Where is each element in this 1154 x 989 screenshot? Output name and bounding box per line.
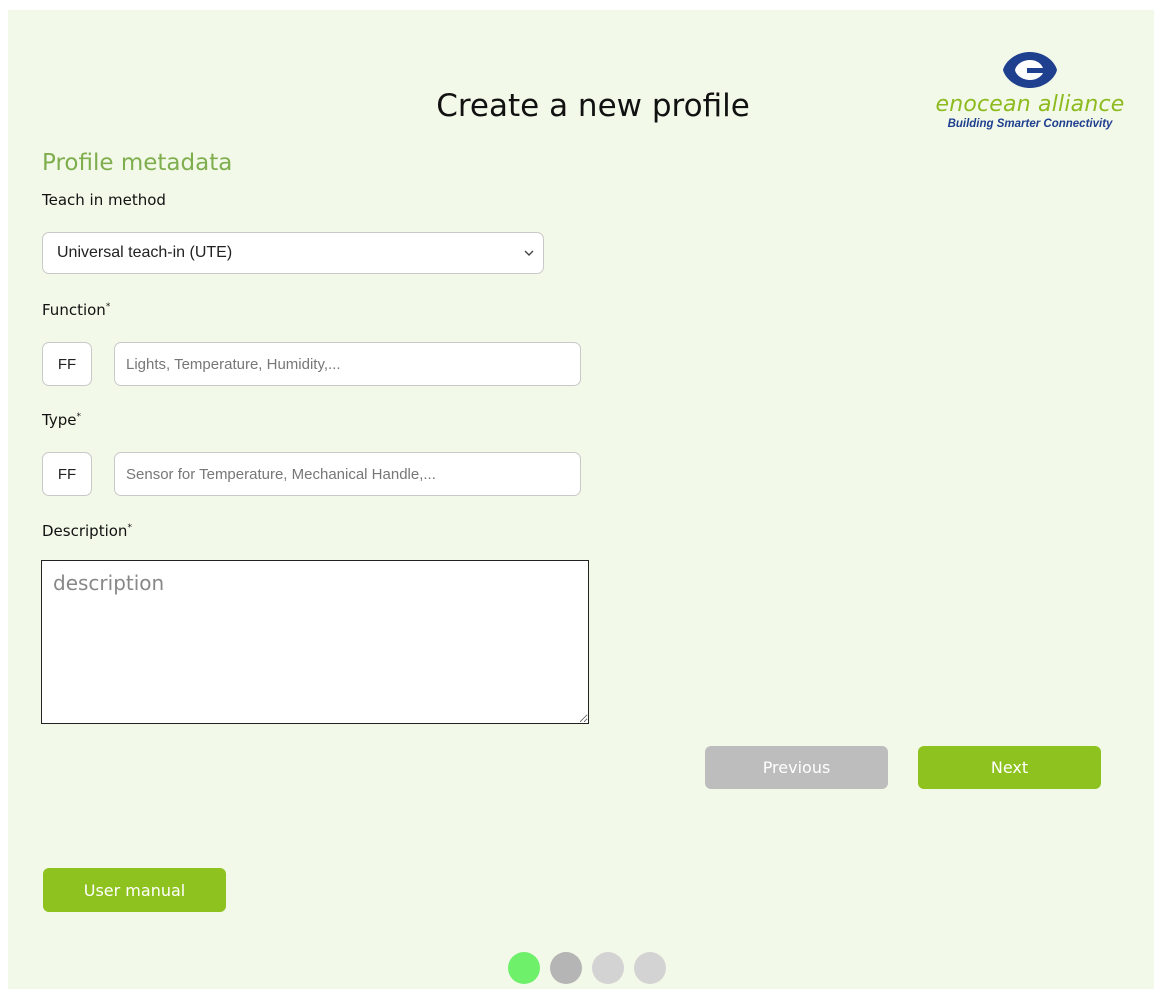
next-button[interactable]: Next bbox=[918, 746, 1101, 789]
type-input[interactable] bbox=[114, 452, 581, 496]
chevron-down-icon bbox=[524, 250, 534, 256]
user-manual-button[interactable]: User manual bbox=[43, 868, 226, 912]
eye-logo-icon bbox=[1003, 52, 1057, 88]
brand-logo: enocean alliance Building Smarter Connec… bbox=[924, 50, 1136, 160]
function-code-input[interactable]: FF bbox=[42, 342, 92, 386]
type-label: Type* bbox=[42, 411, 81, 429]
type-label-text: Type bbox=[42, 411, 77, 429]
logo-tagline: Building Smarter Connectivity bbox=[947, 118, 1113, 130]
page-background: Create a new profile enocean alliance Bu… bbox=[8, 10, 1154, 989]
description-label-text: Description bbox=[42, 522, 128, 540]
teach-in-label-text: Teach in method bbox=[42, 191, 166, 209]
description-required-mark: * bbox=[127, 523, 132, 533]
logo-name: enocean alliance bbox=[935, 92, 1125, 117]
step-indicator bbox=[508, 952, 666, 984]
type-required-mark: * bbox=[76, 412, 81, 422]
description-label: Description* bbox=[42, 522, 132, 540]
function-label-text: Function bbox=[42, 301, 106, 319]
section-title: Profile metadata bbox=[42, 150, 233, 176]
step-dot-1 bbox=[508, 952, 540, 984]
step-dot-2 bbox=[550, 952, 582, 984]
teach-in-selected-value: Universal teach-in (UTE) bbox=[57, 244, 233, 261]
function-input[interactable] bbox=[114, 342, 581, 386]
teach-in-label: Teach in method bbox=[42, 191, 166, 209]
function-label: Function* bbox=[42, 301, 110, 319]
step-dot-3 bbox=[592, 952, 624, 984]
function-required-mark: * bbox=[105, 302, 111, 312]
previous-button[interactable]: Previous bbox=[705, 746, 888, 789]
type-code-input[interactable]: FF bbox=[42, 452, 92, 496]
teach-in-select[interactable]: Universal teach-in (UTE) bbox=[42, 232, 544, 274]
step-dot-4 bbox=[634, 952, 666, 984]
description-textarea[interactable] bbox=[41, 560, 589, 724]
